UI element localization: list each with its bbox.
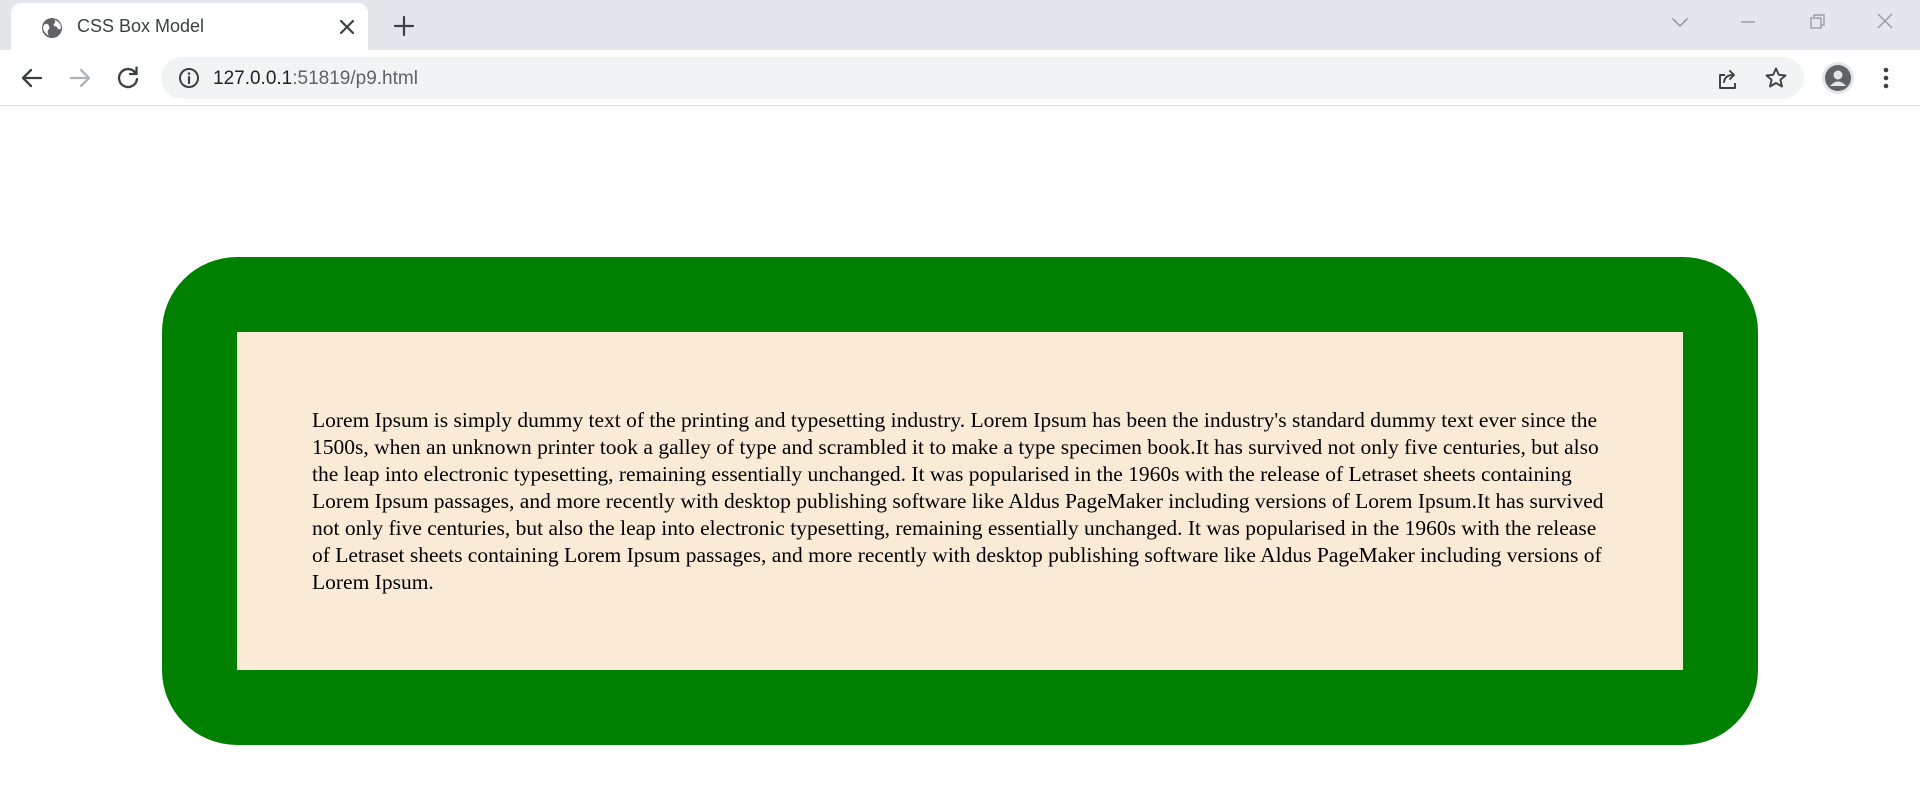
- close-icon[interactable]: [336, 16, 358, 38]
- kebab-menu-icon[interactable]: [1873, 64, 1899, 92]
- tab-active[interactable]: CSS Box Model: [11, 3, 368, 50]
- reload-icon[interactable]: [114, 64, 142, 92]
- window-close-icon[interactable]: [1870, 8, 1900, 36]
- address-bar[interactable]: 127.0.0.1:51819/p9.html: [161, 57, 1804, 99]
- browser-toolbar: 127.0.0.1:51819/p9.html: [0, 50, 1920, 106]
- chevron-down-icon[interactable]: [1669, 11, 1691, 33]
- url-host: 127.0.0.1: [213, 68, 293, 89]
- tab-title: CSS Box Model: [77, 16, 205, 36]
- lorem-paragraph: Lorem Ipsum is simply dummy text of the …: [312, 408, 1604, 594]
- star-icon[interactable]: [1764, 66, 1788, 90]
- tab-strip: CSS Box Model: [0, 0, 1920, 50]
- content-box: Lorem Ipsum is simply dummy text of the …: [237, 332, 1683, 670]
- page-viewport: Lorem Ipsum is simply dummy text of the …: [0, 106, 1920, 808]
- restore-icon[interactable]: [1802, 8, 1832, 36]
- browser-window: CSS Box Model 127.0.0.1:51819/p9.html Lo…: [0, 0, 1920, 808]
- globe-icon: [41, 17, 63, 39]
- url-text[interactable]: 127.0.0.1:51819/p9.html: [213, 68, 418, 90]
- back-arrow-icon[interactable]: [18, 64, 46, 92]
- share-icon[interactable]: [1716, 67, 1740, 91]
- info-icon[interactable]: [178, 67, 200, 89]
- forward-arrow-icon[interactable]: [66, 64, 94, 92]
- plus-icon[interactable]: [392, 14, 416, 38]
- minimize-icon[interactable]: [1733, 8, 1763, 36]
- url-path: :51819/p9.html: [292, 68, 418, 89]
- profile-avatar-icon[interactable]: [1822, 62, 1854, 94]
- green-border-box: Lorem Ipsum is simply dummy text of the …: [162, 257, 1758, 745]
